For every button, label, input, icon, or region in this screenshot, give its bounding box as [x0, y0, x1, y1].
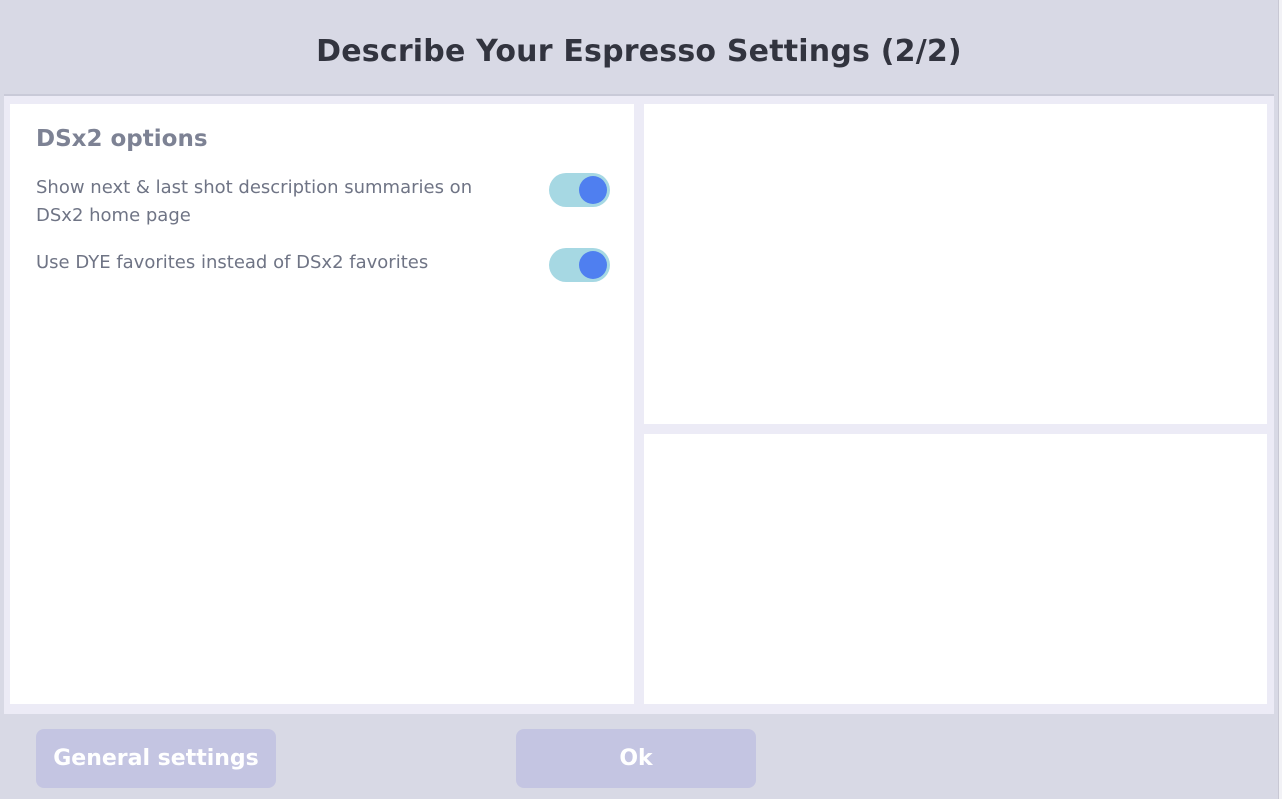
general-settings-button[interactable]: General settings	[36, 729, 276, 788]
section-title: DSx2 options	[36, 126, 208, 152]
toggle-knob	[579, 176, 607, 204]
show-summaries-toggle[interactable]	[549, 173, 610, 207]
ok-button[interactable]: Ok	[516, 729, 756, 788]
option-label-show-summaries: Show next & last shot description summar…	[36, 177, 473, 226]
toggle-knob	[579, 251, 607, 279]
page-title: Describe Your Espresso Settings (2/2)	[316, 33, 962, 69]
option-label-use-dye-favorites: Use DYE favorites instead of DSx2 favori…	[36, 252, 429, 273]
window-edge	[1278, 0, 1282, 799]
use-dye-favorites-toggle[interactable]	[549, 248, 610, 282]
dsx2-options-panel: DSx2 options Show next & last shot descr…	[10, 104, 634, 704]
right-top-panel	[644, 104, 1267, 424]
content-area: DSx2 options Show next & last shot descr…	[4, 94, 1274, 714]
header: Describe Your Espresso Settings (2/2)	[0, 0, 1278, 94]
settings-window: Describe Your Espresso Settings (2/2) DS…	[0, 0, 1282, 799]
right-bottom-panel	[644, 434, 1267, 704]
